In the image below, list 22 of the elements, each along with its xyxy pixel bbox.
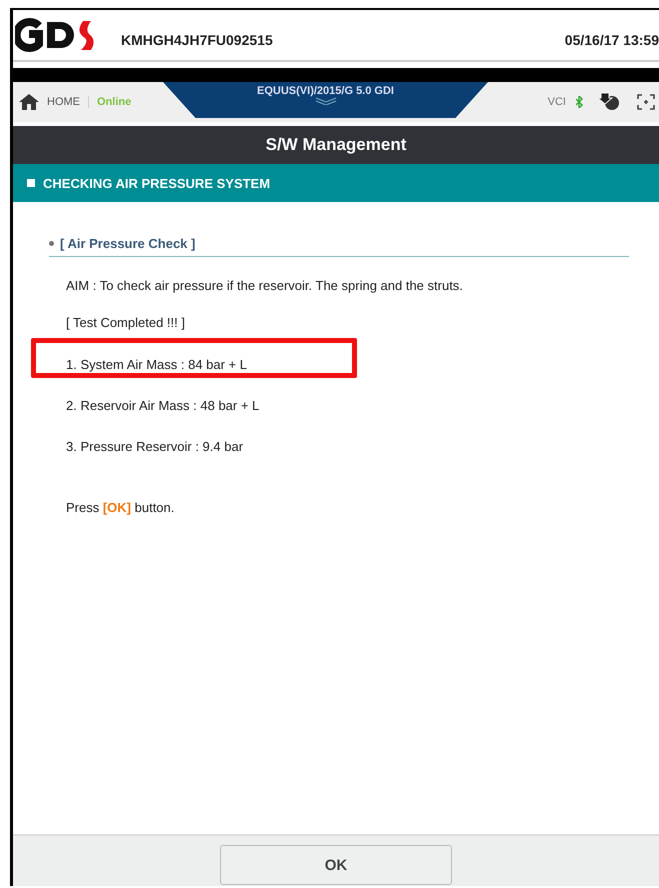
date-time: 05/16/17 13:59 [564,32,659,48]
result-line: 1. System Air Mass : 84 bar + L [66,357,247,372]
section-header: CHECKING AIR PRESSURE SYSTEM [13,164,659,202]
fullscreen-icon[interactable] [637,94,655,110]
subheading: [ Air Pressure Check ] [60,236,196,251]
vehicle-selector[interactable]: EQUUS(VI)/2015/G 5.0 GDI [163,82,488,118]
ok-button[interactable]: OK [220,845,452,885]
instruction-text: Press [OK] button. [66,500,176,516]
result-title: [ Test Completed !!! ] [66,315,186,331]
vci-label: VCI [548,96,566,108]
screen-title: S/W Management [13,126,659,164]
bullet-icon [49,241,54,246]
home-link[interactable]: HOME [47,96,89,108]
chevron-down-icon[interactable] [314,97,336,105]
home-icon[interactable] [19,94,39,110]
bluetooth-icon [576,96,583,108]
connection-status: Online [97,96,132,108]
aim-text: AIM : To check air pressure if the reservoir. The spring and the struts. [66,278,464,294]
result-line: 3. Pressure Reservoir : 9.4 bar [66,439,244,454]
globe-download-icon[interactable] [599,93,621,111]
vin-number: KMHGH4JH7FU092515 [121,32,273,48]
result-line: 2. Reservoir Air Mass : 48 bar + L [66,398,260,413]
